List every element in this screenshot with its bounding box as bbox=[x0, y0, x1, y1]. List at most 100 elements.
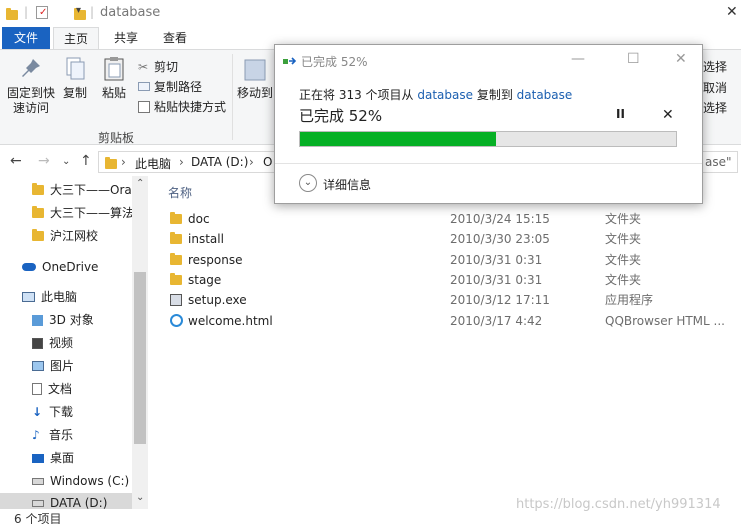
tab-home[interactable]: 主页 bbox=[53, 27, 99, 49]
cloud-icon bbox=[22, 263, 36, 271]
video-icon bbox=[32, 337, 43, 349]
scroll-up-icon[interactable]: ⌃ bbox=[136, 178, 144, 189]
nav-item-pictures[interactable]: 图片 bbox=[32, 356, 74, 376]
dialog-title: 已完成 52% bbox=[301, 55, 368, 69]
expand-details-icon[interactable]: ⌄ bbox=[299, 174, 317, 192]
pin-quick-access-button[interactable]: 固定到快 速访问 bbox=[6, 56, 56, 116]
nav-item-folder[interactable]: 大三下——算法 bbox=[32, 203, 134, 223]
file-type: 文件夹 bbox=[605, 252, 642, 267]
folder-icon bbox=[32, 206, 44, 218]
table-row[interactable]: install 2010/3/30 23:05 文件夹 bbox=[170, 229, 730, 249]
nav-item-onedrive[interactable]: OneDrive bbox=[22, 257, 98, 277]
pin-icon bbox=[22, 59, 40, 77]
tab-share[interactable]: 共享 bbox=[104, 27, 148, 49]
table-row[interactable]: setup.exe 2010/3/12 17:11 应用程序 bbox=[170, 290, 730, 310]
crumb-partial[interactable]: O bbox=[263, 155, 272, 169]
tab-file[interactable]: 文件 bbox=[2, 27, 50, 49]
separator: | bbox=[24, 5, 29, 19]
nav-item-music[interactable]: ♪ 音乐 bbox=[32, 425, 73, 445]
scissors-icon: ✂ bbox=[138, 59, 149, 74]
file-type: 文件夹 bbox=[605, 232, 642, 247]
details-label[interactable]: 详细信息 bbox=[323, 176, 371, 193]
copy-description: 正在将 313 个项目从 database 复制到 database bbox=[299, 88, 573, 102]
search-box-tail[interactable]: ase" bbox=[705, 155, 732, 169]
clipboard-group-label: 剪贴板 bbox=[98, 131, 135, 145]
file-type: QQBrowser HTML ... bbox=[605, 313, 725, 328]
forward-icon[interactable]: → bbox=[38, 153, 50, 169]
file-date: 2010/3/17 4:42 bbox=[450, 313, 543, 328]
folder-icon bbox=[170, 212, 182, 224]
crumb-data-drive[interactable]: DATA (D:) bbox=[191, 155, 248, 169]
copy-label: 复制 bbox=[62, 86, 87, 100]
folder-icon bbox=[170, 272, 182, 285]
minimize-icon[interactable]: — bbox=[571, 51, 585, 67]
nav-item-desktop[interactable]: 桌面 bbox=[32, 448, 74, 468]
paste-shortcut-label: 粘贴快捷方式 bbox=[154, 100, 227, 114]
nav-item-data-drive[interactable]: DATA (D:) bbox=[0, 493, 132, 509]
crumb-this-pc[interactable]: 此电脑 bbox=[135, 155, 171, 172]
close-icon[interactable]: ✕ bbox=[675, 51, 687, 67]
file-type: 文件夹 bbox=[605, 212, 642, 226]
nav-item-windows-drive[interactable]: Windows (C:) bbox=[32, 471, 129, 491]
select-none-button[interactable]: 取消 bbox=[703, 79, 727, 96]
file-date: 2010/3/31 0:31 bbox=[450, 252, 543, 267]
table-row[interactable]: response 2010/3/31 0:31 文件夹 bbox=[170, 250, 730, 270]
picture-icon bbox=[32, 361, 44, 371]
file-name: setup.exe bbox=[188, 293, 247, 308]
invert-selection-button[interactable]: 选择 bbox=[703, 99, 727, 116]
table-row[interactable]: stage 2010/3/31 0:31 文件夹 bbox=[170, 270, 730, 290]
copy-icon bbox=[66, 57, 85, 80]
cancel-button[interactable]: ✕ bbox=[662, 107, 674, 123]
dialog-divider bbox=[275, 163, 702, 164]
folder-icon bbox=[170, 232, 182, 245]
file-date: 2010/3/12 17:11 bbox=[450, 293, 550, 308]
copy-button[interactable]: 复制 bbox=[60, 56, 90, 101]
select-all-button[interactable]: 选择 bbox=[703, 58, 727, 75]
close-icon[interactable]: ✕ bbox=[726, 4, 738, 20]
desktop-icon bbox=[32, 453, 44, 463]
file-date: 2010/3/30 23:05 bbox=[450, 232, 550, 247]
recent-chevron-icon[interactable]: ⌄ bbox=[62, 156, 70, 167]
back-icon[interactable]: ← bbox=[10, 153, 22, 169]
copy-path-button[interactable]: 复制路径 bbox=[138, 78, 202, 95]
scroll-thumb[interactable] bbox=[134, 272, 146, 444]
crumb-separator-icon: › bbox=[249, 155, 254, 169]
title-bar: | ✓ ▾ | database ✕ bbox=[0, 0, 741, 27]
nav-item-this-pc[interactable]: 此电脑 bbox=[22, 287, 77, 307]
nav-item-documents[interactable]: 文档 bbox=[32, 379, 72, 399]
source-link[interactable]: database bbox=[417, 88, 473, 102]
properties-icon[interactable]: ✓ bbox=[36, 6, 48, 19]
shortcut-icon bbox=[138, 100, 150, 113]
navigation-pane: 大三下——Orac 大三下——算法 沪江网校 OneDrive 此电脑 3D 对… bbox=[0, 176, 148, 509]
table-row[interactable]: welcome.html 2010/3/17 4:42 QQBrowser HTML… bbox=[170, 311, 730, 331]
file-name: stage bbox=[188, 272, 222, 287]
pin-label-1: 固定到快 bbox=[6, 86, 55, 100]
table-row[interactable]: doc 2010/3/24 15:15 文件夹 bbox=[170, 209, 730, 229]
nav-item-3d-objects[interactable]: 3D 对象 bbox=[32, 310, 94, 330]
move-to-button[interactable]: 移动到 bbox=[236, 56, 274, 101]
paste-icon bbox=[104, 57, 124, 81]
column-header-name[interactable]: 名称 bbox=[168, 184, 192, 201]
item-count: 6 个项目 bbox=[14, 512, 62, 524]
copy-path-label: 复制路径 bbox=[154, 80, 203, 94]
file-date: 2010/3/24 15:15 bbox=[450, 212, 550, 226]
window-title: database bbox=[100, 5, 161, 20]
copy-transfer-icon bbox=[283, 57, 297, 65]
crumb-separator-icon: › bbox=[179, 155, 184, 169]
file-type: 应用程序 bbox=[605, 293, 654, 308]
customize-arrow-icon[interactable]: ▾ bbox=[76, 5, 81, 16]
paste-shortcut-button[interactable]: 粘贴快捷方式 bbox=[138, 98, 226, 115]
browser-icon bbox=[170, 313, 183, 327]
nav-item-videos[interactable]: 视频 bbox=[32, 333, 73, 353]
nav-item-folder[interactable]: 大三下——Orac bbox=[32, 180, 138, 200]
tab-view[interactable]: 查看 bbox=[153, 27, 197, 49]
destination-link[interactable]: database bbox=[517, 88, 573, 102]
cut-button[interactable]: ✂ 剪切 bbox=[138, 58, 178, 75]
up-icon[interactable]: ↑ bbox=[80, 153, 92, 169]
maximize-icon[interactable]: ☐ bbox=[627, 51, 640, 67]
nav-item-folder[interactable]: 沪江网校 bbox=[32, 226, 98, 246]
pause-button[interactable]: II bbox=[616, 107, 625, 121]
scroll-down-icon[interactable]: ⌄ bbox=[136, 492, 144, 503]
nav-item-downloads[interactable]: ↓ 下载 bbox=[32, 402, 73, 422]
paste-button[interactable]: 粘贴 bbox=[99, 56, 129, 101]
